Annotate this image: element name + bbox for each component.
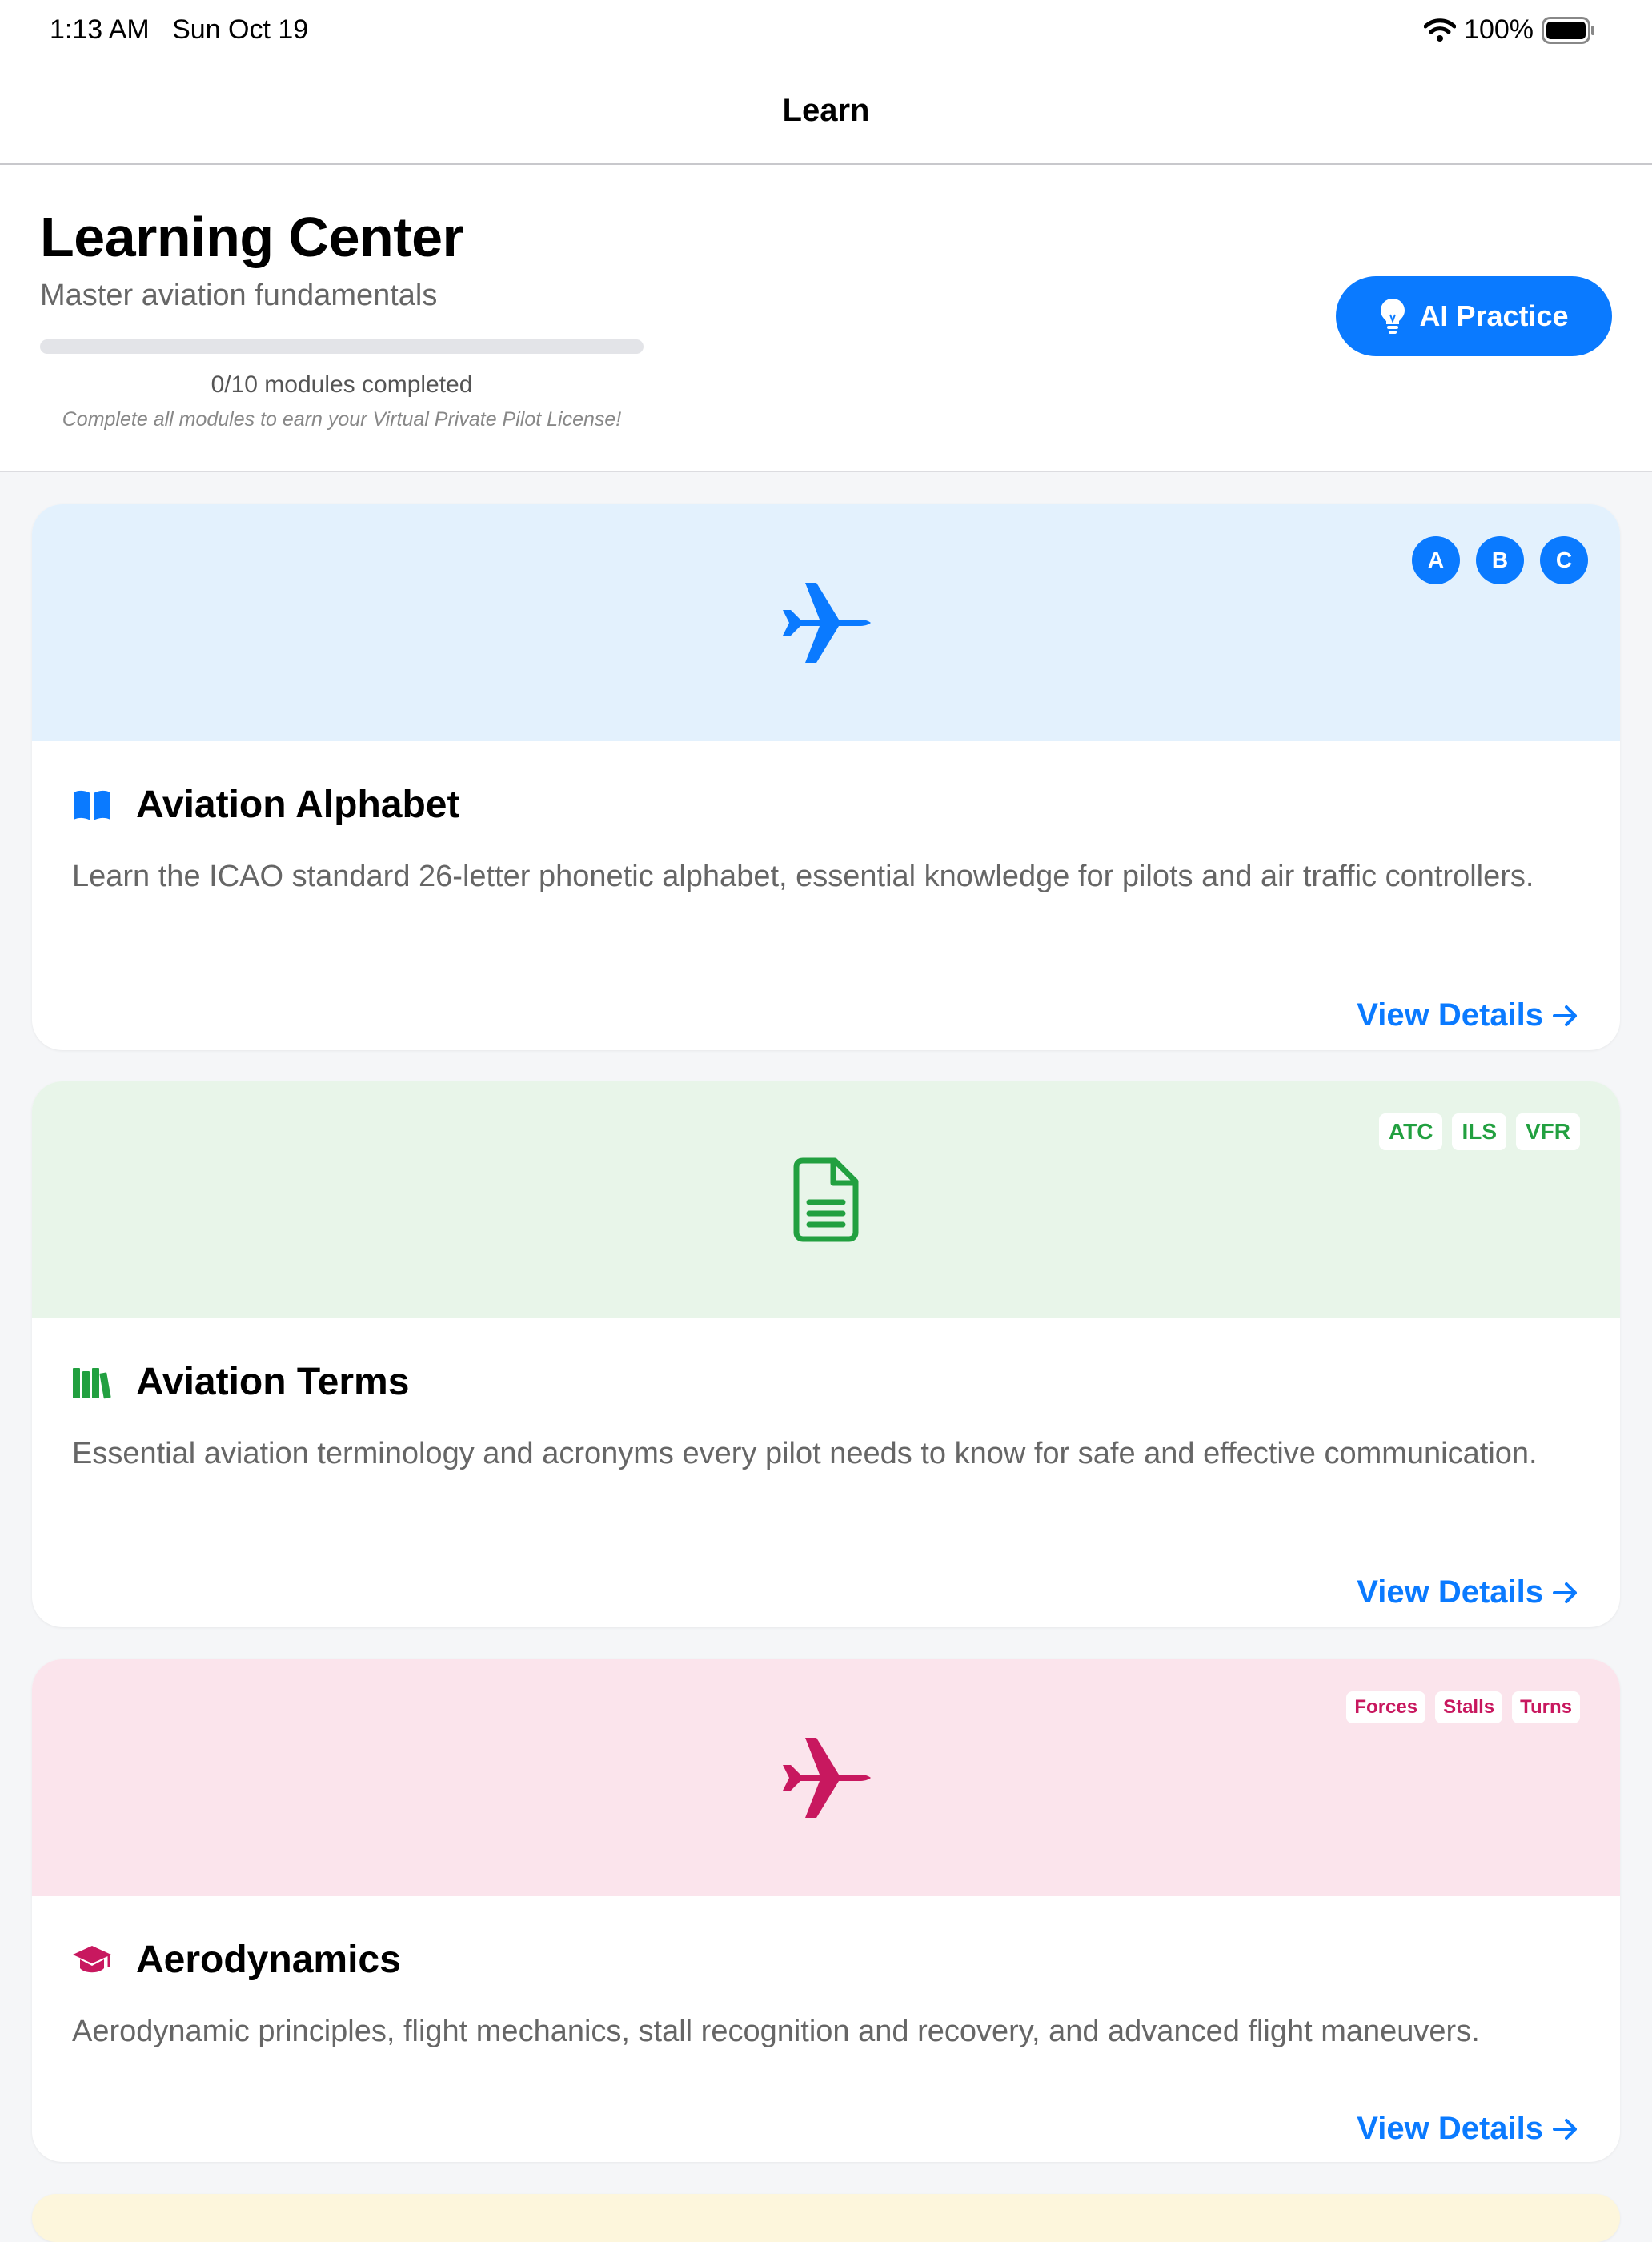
page-title: Learning Center — [40, 206, 464, 268]
wifi-icon — [1424, 18, 1457, 42]
card-title-row: Aviation Terms — [72, 1360, 409, 1404]
card-title: Aviation Terms — [136, 1361, 410, 1403]
tag-turns: Turns — [1512, 1691, 1580, 1723]
license-note: Complete all modules to earn your Virtua… — [62, 408, 622, 431]
status-time-date: 1:13 AM Sun Oct 19 — [50, 14, 308, 46]
book-icon — [74, 790, 110, 820]
view-details-link[interactable]: View Details — [1357, 997, 1578, 1033]
airplane-icon — [783, 1738, 871, 1818]
status-indicators: 100% — [1424, 14, 1596, 46]
view-details-link[interactable]: View Details — [1357, 1574, 1578, 1610]
badge-a: A — [1412, 536, 1460, 584]
card-hero: Forces Stalls Turns — [32, 1659, 1620, 1896]
module-card-aviation-terms[interactable]: ATC ILS VFR Aviation Terms Essential avi… — [32, 1081, 1620, 1627]
tag-forces: Forces — [1346, 1691, 1426, 1723]
progress-bar — [40, 339, 644, 354]
badge-c: C — [1540, 536, 1588, 584]
topic-tags: ATC ILS VFR — [1378, 1113, 1580, 1150]
page-subtitle: Master aviation fundamentals — [40, 279, 438, 312]
arrow-right-icon — [1553, 2118, 1577, 2140]
status-date: Sun Oct 19 — [172, 14, 309, 45]
airplane-icon — [783, 583, 871, 663]
card-description: Learn the ICAO standard 26-letter phonet… — [72, 860, 1534, 893]
tag-ils: ILS — [1452, 1113, 1506, 1150]
tag-vfr: VFR — [1516, 1113, 1580, 1150]
card-hero: ATC ILS VFR — [32, 1081, 1620, 1318]
arrow-right-icon — [1553, 1582, 1577, 1603]
module-card-aerodynamics[interactable]: Forces Stalls Turns Aerodynamics Aerodyn… — [32, 1659, 1620, 2162]
tag-atc: ATC — [1378, 1113, 1443, 1150]
learning-center-header: Learning Center Master aviation fundamen… — [0, 165, 1652, 472]
module-card-next-peek[interactable] — [32, 2194, 1620, 2242]
letter-badges: A B C — [1412, 536, 1588, 584]
card-description: Essential aviation terminology and acron… — [72, 1437, 1538, 1470]
view-details-label: View Details — [1357, 2111, 1543, 2146]
topic-tags: Forces Stalls Turns — [1346, 1691, 1580, 1723]
status-time: 1:13 AM — [50, 14, 150, 45]
ai-practice-label: AI Practice — [1419, 299, 1569, 332]
card-title-row: Aerodynamics — [72, 1938, 401, 1982]
progress-text: 0/10 modules completed — [211, 371, 473, 398]
badge-b: B — [1476, 536, 1524, 584]
status-bar: 1:13 AM Sun Oct 19 100% — [0, 0, 1652, 64]
view-details-link[interactable]: View Details — [1357, 2111, 1578, 2147]
card-hero: A B C — [32, 504, 1620, 741]
nav-title: Learn — [782, 93, 870, 128]
lightbulb-icon — [1381, 299, 1405, 334]
navigation-bar: Learn — [0, 64, 1652, 165]
card-title-row: Aviation Alphabet — [72, 783, 459, 827]
ai-practice-button[interactable]: AI Practice — [1336, 276, 1612, 356]
books-icon — [73, 1367, 111, 1398]
document-icon — [793, 1157, 859, 1242]
tag-stalls: Stalls — [1435, 1691, 1503, 1723]
arrow-right-icon — [1553, 1005, 1577, 1026]
graduation-cap-icon — [73, 1945, 111, 1972]
battery-percent: 100% — [1464, 14, 1534, 45]
card-description: Aerodynamic principles, flight mechanics… — [72, 2015, 1480, 2048]
card-title: Aviation Alphabet — [136, 784, 460, 826]
battery-icon — [1542, 16, 1594, 44]
view-details-label: View Details — [1357, 997, 1543, 1033]
module-card-aviation-alphabet[interactable]: A B C Aviation Alphabet Learn the ICAO s… — [32, 504, 1620, 1050]
card-title: Aerodynamics — [136, 1939, 401, 1981]
view-details-label: View Details — [1357, 1574, 1543, 1610]
